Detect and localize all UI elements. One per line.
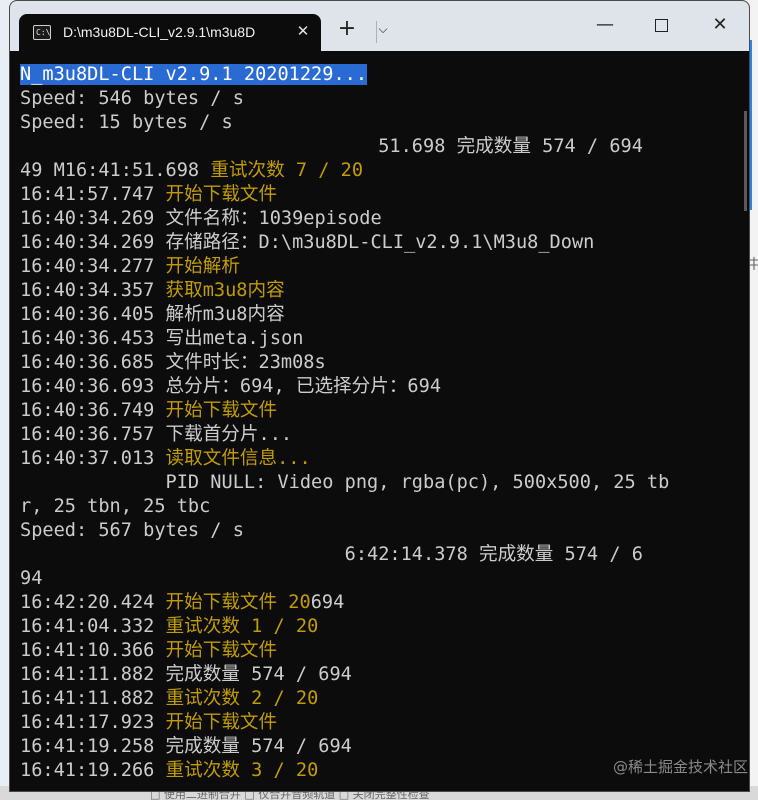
terminal-line: 16:41:19.258 完成数量 574 / 694 bbox=[20, 735, 352, 759]
terminal-text-segment: 16:40:36.749 bbox=[20, 400, 166, 421]
terminal-line: PID NULL: Video png, rgba(pc), 500x500, … bbox=[20, 471, 670, 495]
terminal-text-segment: N_m3u8DL-CLI v2.9.1 20201229... bbox=[20, 64, 368, 85]
terminal-text-segment: 16:40:36.685 文件时长：23m08s bbox=[20, 352, 326, 373]
terminal-line: 16:41:11.882 完成数量 574 / 694 bbox=[20, 663, 352, 687]
terminal-line: 16:40:36.749 开始下载文件 bbox=[20, 399, 277, 423]
title-bar: C:\ D:\m3u8DL-CLI_v2.9.1\m3u8D ✕ + ⌵ — ✕ bbox=[10, 1, 749, 51]
terminal-text-segment: 49 M16:41:51.698 bbox=[20, 160, 211, 181]
terminal-line: 16:40:34.269 文件名称：1039episode bbox=[20, 207, 382, 231]
terminal-line: 16:40:36.453 写出meta.json bbox=[20, 327, 303, 351]
terminal-text-segment: 重试次数 3 / 20 bbox=[165, 760, 319, 781]
terminal-line: 16:40:36.685 文件时长：23m08s bbox=[20, 351, 326, 375]
terminal-text-segment: 16:40:34.269 存储路径：D:\m3u8DL-CLI_v2.9.1\M… bbox=[20, 232, 595, 253]
terminal-line: 16:40:37.013 读取文件信息... bbox=[20, 447, 311, 471]
terminal-text-segment: 开始下载文件 bbox=[165, 712, 278, 733]
terminal-text-segment: 16:40:34.269 文件名称：1039episode bbox=[20, 208, 382, 229]
terminal-text-segment: 16:41:19.258 完成数量 574 / 694 bbox=[20, 736, 352, 757]
terminal-text-segment: 16:40:34.357 bbox=[20, 280, 166, 301]
terminal-text-segment: 16:40:36.453 写出meta.json bbox=[20, 328, 304, 349]
terminal-line: Speed: 546 bytes / s bbox=[20, 87, 244, 111]
terminal-window: C:\ D:\m3u8DL-CLI_v2.9.1\m3u8D ✕ + ⌵ — ✕… bbox=[9, 0, 750, 792]
terminal-line: 16:40:36.693 总分片：694, 已选择分片：694 bbox=[20, 375, 441, 399]
terminal-line: 16:40:34.269 存储路径：D:\m3u8DL-CLI_v2.9.1\M… bbox=[20, 231, 594, 255]
maximize-button[interactable] bbox=[646, 11, 676, 39]
terminal-line: 16:40:34.357 获取m3u8内容 bbox=[20, 279, 285, 303]
terminal-text-segment: 16:41:04.332 bbox=[20, 616, 166, 637]
terminal-text-segment: 重试次数 7 / 20 bbox=[210, 160, 364, 181]
terminal-text-segment: 16:40:34.277 bbox=[20, 256, 166, 277]
terminal-text-segment: Speed: 567 bytes / s bbox=[20, 520, 244, 541]
terminal-text-segment: 16:40:36.405 解析m3u8内容 bbox=[20, 304, 285, 325]
terminal-text-segment: Speed: 546 bytes / s bbox=[20, 88, 244, 109]
terminal-text-segment: PID NULL: Video png, rgba(pc), 500x500, … bbox=[20, 472, 670, 493]
terminal-text-segment: r, 25 tbn, 25 tbc bbox=[20, 496, 211, 517]
terminal-text-segment: 16:41:11.882 bbox=[20, 688, 166, 709]
terminal-line: 16:41:11.882 重试次数 2 / 20 bbox=[20, 687, 318, 711]
terminal-line: r, 25 tbn, 25 tbc bbox=[20, 495, 210, 519]
terminal-text-segment: 16:41:17.923 bbox=[20, 712, 166, 733]
chevron-down-icon[interactable]: ⌵ bbox=[368, 15, 398, 43]
terminal-text-segment: 16:41:10.366 bbox=[20, 640, 166, 661]
terminal-text-segment: 开始下载文件 bbox=[165, 184, 278, 205]
terminal-text-segment: 51.698 完成数量 574 / 694 bbox=[20, 136, 643, 157]
terminal-text-segment: 6:42:14.378 完成数量 574 / 6 bbox=[20, 544, 643, 565]
terminal-line: 51.698 完成数量 574 / 694 bbox=[20, 135, 643, 159]
terminal-text-segment: 开始下载文件 20 bbox=[165, 592, 311, 613]
terminal-line: 49 M16:41:51.698 重试次数 7 / 20 bbox=[20, 159, 363, 183]
terminal-text-segment: 获取m3u8内容 bbox=[165, 280, 285, 301]
maximize-icon bbox=[654, 18, 668, 32]
terminal-text-segment: 开始下载文件 bbox=[165, 400, 278, 421]
terminal-line: 16:40:34.277 开始解析 bbox=[20, 255, 240, 279]
terminal-text-segment: 16:41:57.747 bbox=[20, 184, 166, 205]
terminal-text-segment: 94 bbox=[20, 568, 43, 589]
terminal-line: Speed: 567 bytes / s bbox=[20, 519, 244, 543]
close-window-button[interactable]: ✕ bbox=[705, 11, 735, 39]
terminal-line: 16:41:57.747 开始下载文件 bbox=[20, 183, 277, 207]
terminal-line: 16:41:19.266 重试次数 3 / 20 bbox=[20, 759, 318, 783]
terminal-line: N_m3u8DL-CLI v2.9.1 20201229... bbox=[20, 63, 368, 87]
terminal-line: 16:41:17.923 开始下载文件 bbox=[20, 711, 277, 735]
terminal-text-segment: 16:40:36.757 下载首分片... bbox=[20, 424, 293, 445]
tab-title: D:\m3u8DL-CLI_v2.9.1\m3u8D bbox=[63, 24, 256, 40]
terminal-text-segment: 开始下载文件 bbox=[165, 640, 278, 661]
terminal-text-segment: 16:40:36.693 总分片：694, 已选择分片：694 bbox=[20, 376, 442, 397]
terminal-line: 16:41:04.332 重试次数 1 / 20 bbox=[20, 615, 318, 639]
terminal-text-segment: 16:40:37.013 bbox=[20, 448, 166, 469]
terminal-text-segment: 重试次数 1 / 20 bbox=[165, 616, 319, 637]
terminal-line: 16:40:36.405 解析m3u8内容 bbox=[20, 303, 285, 327]
terminal-text-segment: 开始解析 bbox=[165, 256, 240, 277]
terminal-line: 16:42:20.424 开始下载文件 20694 bbox=[20, 591, 344, 615]
terminal-text-segment: 694 bbox=[310, 592, 345, 613]
watermark: @稀土掘金技术社区 bbox=[612, 758, 748, 776]
terminal-text-segment: 读取文件信息... bbox=[165, 448, 311, 469]
terminal-line: 16:40:36.757 下载首分片... bbox=[20, 423, 292, 447]
console-icon: C:\ bbox=[33, 25, 51, 40]
terminal-line: 6:42:14.378 完成数量 574 / 6 bbox=[20, 543, 643, 567]
terminal-text-segment: 16:41:19.266 bbox=[20, 760, 166, 781]
tab-active[interactable]: C:\ D:\m3u8DL-CLI_v2.9.1\m3u8D ✕ bbox=[19, 14, 321, 51]
new-tab-button[interactable]: + bbox=[332, 15, 362, 43]
tab-close-icon[interactable]: ✕ bbox=[293, 21, 313, 41]
terminal-line: 16:41:10.366 开始下载文件 bbox=[20, 639, 277, 663]
scrollbar-thumb[interactable] bbox=[744, 111, 747, 211]
terminal-output[interactable]: N_m3u8DL-CLI v2.9.1 20201229... Speed: 54… bbox=[10, 51, 749, 791]
terminal-text-segment: 16:41:11.882 完成数量 574 / 694 bbox=[20, 664, 352, 685]
terminal-line: 94 bbox=[20, 567, 42, 591]
terminal-text-segment: 重试次数 2 / 20 bbox=[165, 688, 319, 709]
terminal-text-segment: Speed: 15 bytes / s bbox=[20, 112, 233, 133]
terminal-text-segment: 16:42:20.424 bbox=[20, 592, 166, 613]
terminal-line: Speed: 15 bytes / s bbox=[20, 111, 233, 135]
minimize-button[interactable]: — bbox=[590, 11, 620, 39]
